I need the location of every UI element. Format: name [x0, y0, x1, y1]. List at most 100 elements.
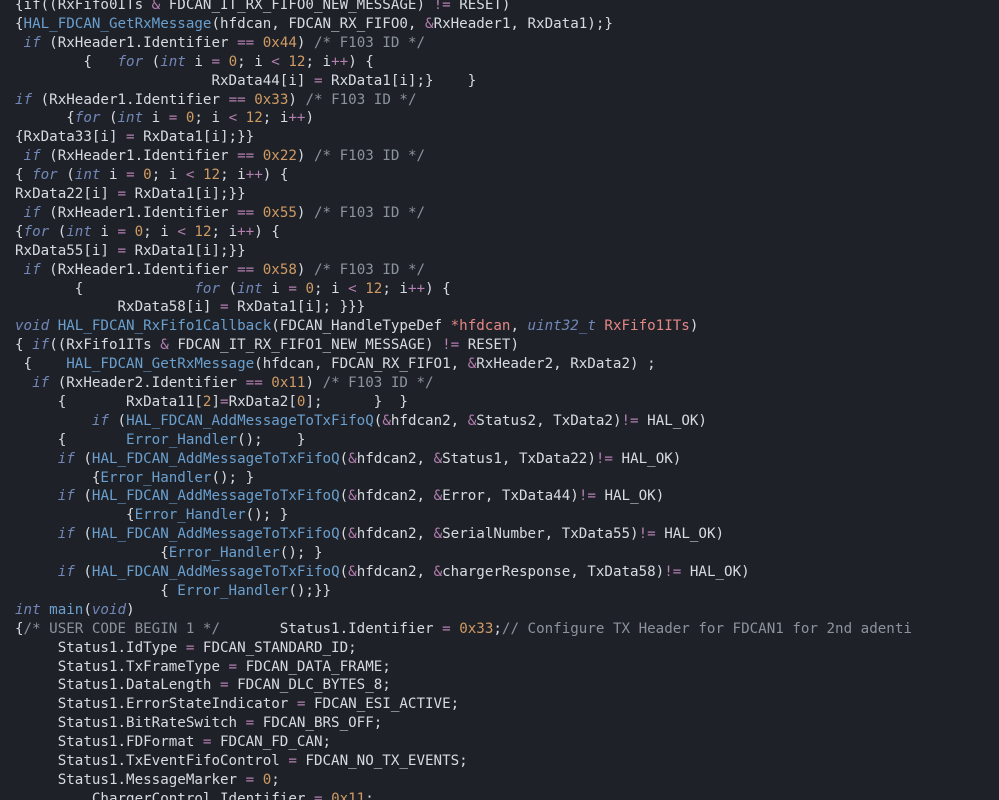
- code-token: 0x11: [271, 375, 306, 391]
- code-token: {: [15, 110, 75, 127]
- code-token: ;: [365, 790, 374, 800]
- code-token: Status1.Identifier: [220, 620, 443, 637]
- code-token: /* F103 ID */: [314, 34, 426, 51]
- code-token: Status1.MessageMarker: [15, 771, 246, 788]
- code-token: ==: [237, 34, 255, 51]
- code-line: {HAL_FDCAN_GetRxMessage(hfdcan, FDCAN_RX…: [15, 15, 613, 34]
- code-line: void HAL_FDCAN_RxFifo1Callback(FDCAN_Han…: [15, 317, 698, 336]
- code-token: {if((RxFifo0ITs: [15, 0, 152, 13]
- code-token: RESET): [459, 337, 520, 354]
- code-token: (RxHeader1.Identifier: [32, 91, 229, 108]
- code-token: FDCAN_FD_CAN;: [211, 734, 332, 751]
- code-token: 0x58: [262, 261, 297, 278]
- code-token: ; i: [194, 110, 229, 127]
- code-token: {: [15, 582, 178, 599]
- code-line: Status1.TxEventFifoControl = FDCAN_NO_TX…: [15, 752, 468, 771]
- code-token: ): [288, 91, 306, 108]
- code-token: /* F103 ID */: [314, 261, 426, 278]
- code-token: <: [271, 53, 280, 70]
- code-token: RxData1[i];} }: [322, 72, 477, 89]
- code-token: Status2, TxData2): [476, 412, 622, 429]
- code-token: {: [15, 356, 67, 373]
- code-token: RxData1[i]; }}}: [228, 299, 366, 316]
- code-token: chargerResponse, TxData58): [442, 564, 665, 580]
- code-token: &: [467, 412, 477, 429]
- code-token: =: [313, 790, 323, 800]
- code-token: 0x11: [331, 790, 366, 800]
- code-token: FDCAN_IT_RX_FIFO0_NEW_MESSAGE): [160, 0, 434, 13]
- code-token: &: [160, 337, 169, 354]
- code-line: RxData44[i] = RxData1[i];} }: [15, 72, 476, 91]
- code-token: (: [74, 526, 92, 543]
- code-token: for: [117, 53, 144, 70]
- code-token: for: [23, 223, 50, 240]
- code-token: hfdcan2,: [390, 412, 468, 429]
- code-token: i: [185, 53, 212, 70]
- code-token: ; i: [143, 223, 178, 240]
- code-token: for: [74, 110, 101, 127]
- code-token: RxData1[i];}}: [126, 186, 246, 202]
- code-token: {: [15, 167, 33, 184]
- code-token: Error_Handler: [134, 507, 246, 524]
- code-editor[interactable]: {if((RxFifo0ITs & FDCAN_IT_RX_FIFO0_NEW_…: [0, 0, 999, 800]
- code-token: 0: [228, 53, 238, 70]
- code-token: HAL_FDCAN_AddMessageToTxFifoQ: [91, 526, 340, 543]
- code-line: { Error_Handler(); }: [15, 431, 306, 450]
- code-line: if (HAL_FDCAN_AddMessageToTxFifoQ(&hfdca…: [15, 525, 724, 544]
- code-line: Status1.DataLength = FDCAN_DLC_BYTES_8;: [15, 676, 391, 695]
- code-token: =: [126, 129, 135, 146]
- code-token: ): [689, 318, 699, 335]
- code-token: HAL_FDCAN_AddMessageToTxFifoQ: [126, 412, 374, 429]
- code-token: &: [433, 450, 443, 467]
- code-line: if (RxHeader1.Identifier == 0x22) /* F10…: [15, 147, 426, 166]
- code-token: 0: [262, 771, 272, 788]
- code-token: (: [83, 601, 92, 618]
- code-token: &: [348, 488, 357, 505]
- code-token: HAL_OK): [612, 450, 682, 467]
- code-token: =: [220, 299, 229, 316]
- code-token: if: [23, 148, 41, 165]
- code-token: <: [228, 110, 238, 127]
- code-token: !=: [578, 488, 596, 505]
- code-token: if: [91, 412, 109, 429]
- code-token: !=: [621, 412, 639, 429]
- code-token: {: [15, 223, 24, 240]
- code-token: void: [15, 318, 50, 335]
- code-token: if: [57, 450, 75, 467]
- code-token: &: [425, 15, 434, 32]
- code-token: 12: [288, 53, 306, 70]
- code-line: if (HAL_FDCAN_AddMessageToTxFifoQ(&hfdca…: [15, 412, 707, 431]
- code-token: hfdcan2,: [356, 488, 434, 505]
- code-line: {RxData33[i] = RxData1[i];}}: [15, 128, 254, 147]
- code-token: if: [23, 204, 41, 221]
- code-token: ,: [510, 318, 528, 335]
- code-token: (: [339, 526, 349, 543]
- code-token: !=: [638, 526, 656, 543]
- code-token: Status1.TxEventFifoControl: [15, 753, 289, 769]
- code-token: /* F103 ID */: [305, 91, 417, 108]
- code-line: {/* USER CODE BEGIN 1 */ Status1.Identif…: [15, 620, 912, 639]
- code-token: ; i: [305, 53, 332, 70]
- code-token: HAL_OK): [681, 564, 750, 580]
- code-token: RxData58[i]: [15, 299, 220, 316]
- code-token: =: [117, 242, 127, 259]
- code-token: (: [220, 280, 238, 297]
- code-token: =: [228, 658, 238, 675]
- code-token: ): [305, 375, 323, 391]
- code-token: /* USER CODE BEGIN 1 */: [23, 620, 221, 637]
- code-token: FDCAN_NO_TX_EVENTS;: [296, 753, 468, 769]
- code-line: { HAL_FDCAN_GetRxMessage(hfdcan, FDCAN_R…: [15, 355, 656, 374]
